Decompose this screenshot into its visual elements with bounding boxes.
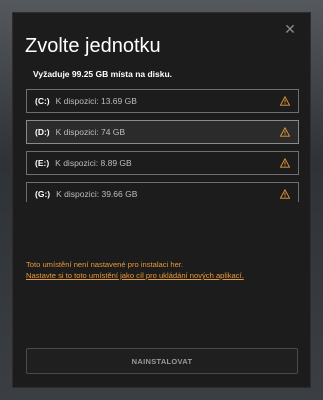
drive-option-c[interactable]: (C:) K dispozici: 13.69 GB <box>26 89 299 113</box>
dialog-title: Zvolte jednotku <box>25 35 161 57</box>
drive-letter: (E:) <box>35 158 50 168</box>
warning-icon <box>280 189 290 199</box>
install-location-dialog: ✕ Zvolte jednotku Vyžaduje 99.25 GB míst… <box>12 12 311 388</box>
close-icon[interactable]: ✕ <box>280 19 300 39</box>
warning-icon <box>280 96 290 106</box>
drive-free-space: K dispozici: 8.89 GB <box>55 158 132 168</box>
drive-list[interactable]: (C:) K dispozici: 13.69 GB (D:) K dispoz… <box>26 89 299 202</box>
drive-free-space: K dispozici: 13.69 GB <box>55 96 137 106</box>
drive-letter: (G:) <box>35 189 51 199</box>
drive-option-d[interactable]: (D:) K dispozici: 74 GB <box>26 120 299 144</box>
location-notice: Toto umístění není nastavené pro instala… <box>26 259 301 281</box>
set-default-location-link[interactable]: Nastavte si to toto umístění jako cíl pr… <box>26 270 301 281</box>
drive-letter: (C:) <box>35 96 50 106</box>
drive-option-g[interactable]: (G:) K dispozici: 39.66 GB <box>26 182 299 202</box>
drive-option-e[interactable]: (E:) K dispozici: 8.89 GB <box>26 151 299 175</box>
space-requirement: Vyžaduje 99.25 GB místa na disku. <box>33 69 173 79</box>
warning-icon <box>280 158 290 168</box>
warning-icon <box>280 127 290 137</box>
notice-text: Toto umístění není nastavené pro instala… <box>26 260 184 269</box>
drive-free-space: K dispozici: 39.66 GB <box>56 189 138 199</box>
install-button[interactable]: NAINSTALOVAT <box>26 348 298 374</box>
drive-free-space: K dispozici: 74 GB <box>55 127 126 137</box>
drive-letter: (D:) <box>35 127 50 137</box>
